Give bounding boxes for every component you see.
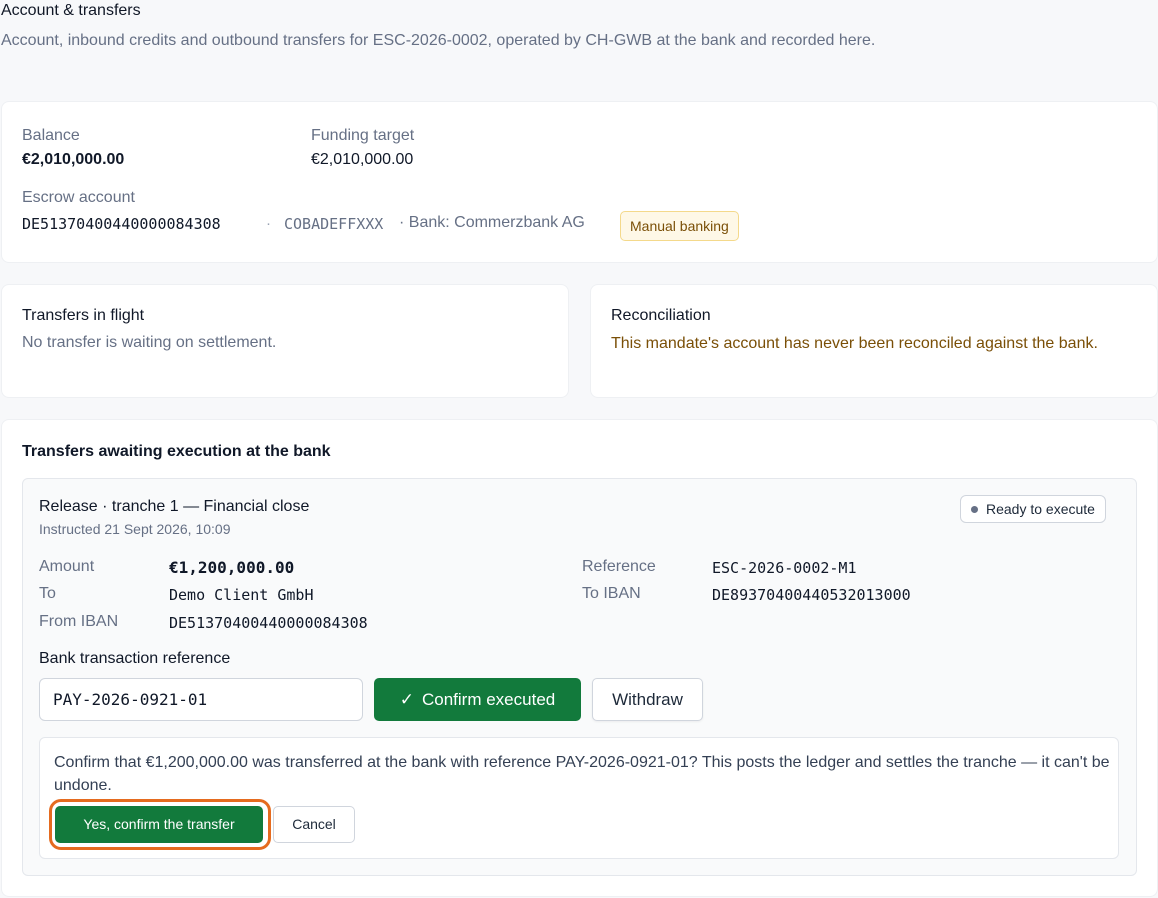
reconciliation-title: Reconciliation [611,307,711,324]
balance-label: Balance [22,127,80,144]
transfer-instructed: Instructed 21 Sept 2026, 10:09 [39,521,231,537]
status-dot-icon [971,506,978,513]
withdraw-button[interactable]: Withdraw [592,678,703,721]
funding-target-label: Funding target [311,127,415,144]
escrow-separator: · [266,215,271,232]
reconciliation-message: This mandate's account has never been re… [611,335,1098,352]
bank-reference-label: Bank transaction reference [39,650,231,667]
confirm-executed-button[interactable]: ✓ Confirm executed [374,678,581,721]
bank-reference-input[interactable]: PAY-2026-0921-01 [39,678,363,721]
transfer-title: Release · tranche 1 — Financial close [39,498,310,515]
awaiting-title: Transfers awaiting execution at the bank [22,443,331,460]
status-text: Ready to execute [986,501,1095,517]
balance-value: €2,010,000.00 [22,151,125,168]
confirm-dialog: Confirm that €1,200,000.00 was transferr… [39,737,1119,859]
escrow-iban: DE51370400440000084308 [22,215,221,233]
account-card [1,101,1158,263]
escrow-bic: COBADEFFXXX [284,215,384,233]
cancel-button[interactable]: Cancel [273,806,355,843]
in-flight-message: No transfer is waiting on settlement. [22,334,277,351]
amount-label: Amount [39,558,95,575]
confirm-executed-label: Confirm executed [422,690,556,709]
amount-value: €1,200,000.00 [169,558,295,577]
escrow-account-label: Escrow account [22,189,135,206]
funding-target-value: €2,010,000.00 [311,151,414,168]
reference-label: Reference [582,558,656,575]
manual-banking-badge: Manual banking [620,211,739,241]
to-iban-label: To IBAN [582,585,641,602]
page-subtitle: Account, inbound credits and outbound tr… [1,32,876,49]
to-label: To [39,585,56,602]
reference-value: ESC-2026-0002-M1 [712,559,857,577]
page-title: Account & transfers [1,2,141,19]
confirm-prompt: Confirm that €1,200,000.00 was transferr… [54,754,1110,794]
escrow-bank: · Bank: Commerzbank AG [399,214,585,231]
yes-confirm-transfer-button[interactable]: Yes, confirm the transfer [55,806,263,843]
in-flight-title: Transfers in flight [22,307,145,324]
from-iban-value: DE51370400440000084308 [169,614,368,632]
check-icon: ✓ [399,690,414,709]
from-iban-label: From IBAN [39,613,119,630]
to-iban-value: DE89370400440532013000 [712,586,911,604]
status-badge: Ready to execute [960,495,1106,523]
to-value: Demo Client GmbH [169,586,314,604]
